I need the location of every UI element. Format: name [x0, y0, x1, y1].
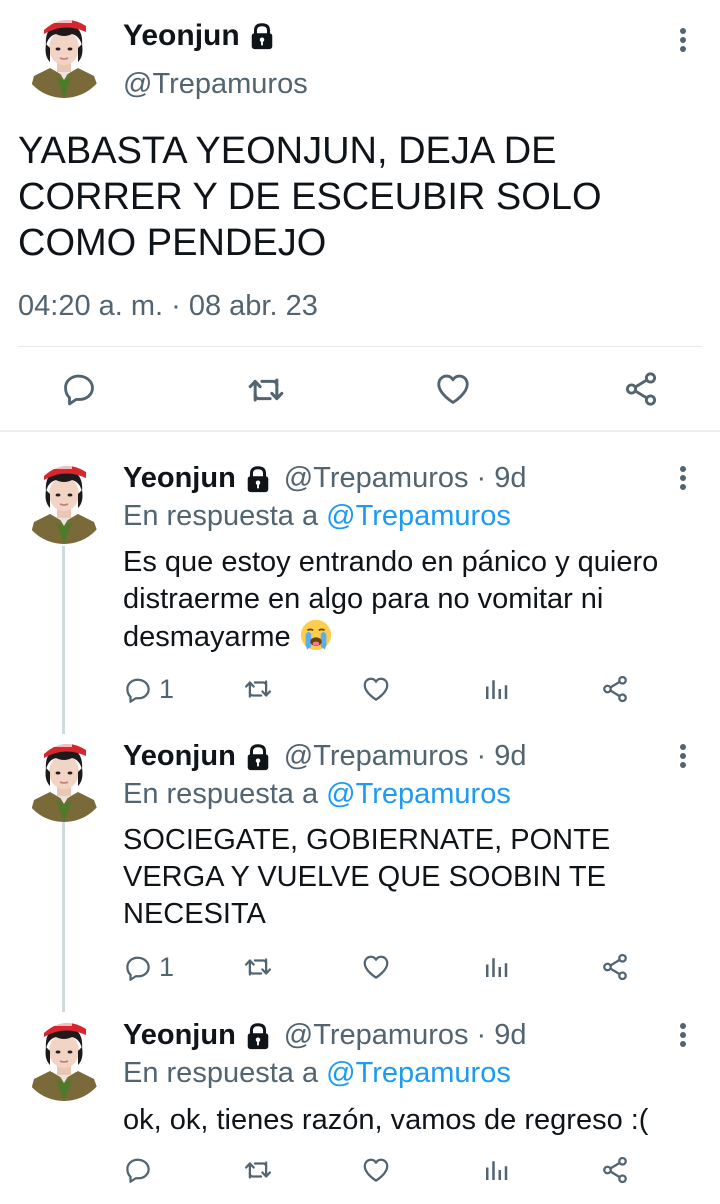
more-options-icon[interactable] [679, 744, 687, 771]
reply-button[interactable]: 1 [123, 674, 174, 705]
share-button[interactable] [600, 674, 630, 704]
mention-link[interactable]: @Trepamuros [326, 1057, 511, 1089]
like-icon [434, 370, 472, 408]
avatar-image [20, 456, 108, 544]
like-button[interactable] [361, 952, 391, 982]
reply-icon [123, 1155, 153, 1185]
reply-icon [123, 953, 153, 983]
reply-prefix: En respuesta a [123, 778, 319, 810]
reply-icon [60, 370, 98, 408]
reply-context: En respuesta a @Trepamuros [123, 778, 511, 811]
reply-button[interactable] [123, 1155, 159, 1185]
lock-icon [244, 465, 272, 493]
more-options-icon[interactable] [679, 28, 687, 55]
divider [18, 346, 702, 347]
mention-link[interactable]: @Trepamuros [326, 778, 511, 810]
view-stats-button[interactable] [481, 674, 511, 704]
retweet-icon [243, 1155, 273, 1185]
share-icon [600, 1155, 630, 1185]
reply-tweet[interactable]: Yeonjun @Trepamuros · 9d En respuesta a … [0, 730, 720, 1000]
retweet-icon [243, 674, 273, 704]
retweet-button[interactable] [243, 1155, 273, 1185]
reply-prefix: En respuesta a [123, 1057, 319, 1089]
more-options-icon[interactable] [679, 1023, 687, 1050]
like-icon [361, 1155, 391, 1185]
view-stats-button[interactable] [481, 952, 511, 982]
author-row[interactable]: Yeonjun @Trepamuros · 9d [123, 740, 527, 773]
loudly-crying-face-icon [299, 618, 333, 652]
like-icon [361, 674, 391, 704]
reply-tweet[interactable]: Yeonjun @Trepamuros · 9d En respuesta a … [0, 1009, 720, 1204]
share-button[interactable] [622, 370, 660, 408]
analytics-icon [481, 674, 511, 704]
handle-time[interactable]: @Trepamuros · 9d [284, 462, 527, 495]
reply-tweet[interactable]: Yeonjun @Trepamuros · 9d En respuesta a … [0, 452, 720, 722]
tweet-text-body: Es que estoy entrando en pánico y quiero… [123, 546, 659, 653]
share-button[interactable] [600, 1155, 630, 1185]
avatar[interactable] [20, 734, 108, 822]
retweet-button[interactable] [243, 674, 273, 704]
display-name[interactable]: Yeonjun [123, 19, 240, 53]
reply-button[interactable]: 1 [123, 952, 174, 983]
like-button[interactable] [434, 370, 472, 408]
like-button[interactable] [361, 674, 391, 704]
action-bar [0, 366, 720, 412]
retweet-button[interactable] [246, 370, 286, 410]
display-name[interactable]: Yeonjun [123, 740, 236, 773]
timestamp[interactable]: 04:20 a. m. · 08 abr. 23 [18, 290, 318, 323]
lock-icon [248, 22, 276, 50]
share-icon [622, 370, 660, 408]
avatar-image [20, 1013, 108, 1101]
tweet-text: SOCIEGATE, GOBIERNATE, PONTE VERGA Y VUE… [123, 824, 611, 930]
retweet-button[interactable] [243, 952, 273, 982]
reply-context: En respuesta a @Trepamuros [123, 1057, 511, 1090]
share-button[interactable] [600, 952, 630, 982]
reply-button[interactable] [60, 370, 98, 408]
author-row[interactable]: Yeonjun @Trepamuros · 9d [123, 1019, 527, 1052]
like-button[interactable] [361, 1155, 391, 1185]
handle-time[interactable]: @Trepamuros · 9d [284, 1019, 527, 1052]
lock-icon [244, 743, 272, 771]
share-icon [600, 952, 630, 982]
avatar-image [20, 10, 108, 98]
retweet-icon [243, 952, 273, 982]
reply-count: 1 [159, 952, 175, 982]
author-row[interactable]: Yeonjun [123, 19, 276, 53]
handle[interactable]: @Trepamuros [123, 68, 308, 101]
avatar-image [20, 734, 108, 822]
mention-link[interactable]: @Trepamuros [326, 500, 511, 532]
retweet-icon [246, 370, 286, 410]
display-name[interactable]: Yeonjun [123, 1019, 236, 1052]
avatar[interactable] [20, 1013, 108, 1101]
reply-prefix: En respuesta a [123, 500, 319, 532]
reply-context: En respuesta a @Trepamuros [123, 500, 511, 533]
share-icon [600, 674, 630, 704]
avatar[interactable] [20, 10, 108, 98]
view-stats-button[interactable] [481, 1155, 511, 1185]
like-icon [361, 952, 391, 982]
lock-icon [244, 1022, 272, 1050]
main-tweet: Yeonjun @Trepamuros YABASTA YEONJUN, DEJ… [0, 0, 720, 432]
more-options-icon[interactable] [679, 466, 687, 493]
tweet-text: Es que estoy entrando en pánico y quiero… [123, 544, 683, 656]
author-row[interactable]: Yeonjun @Trepamuros · 9d [123, 462, 527, 495]
avatar[interactable] [20, 456, 108, 544]
tweet-text: YABASTA YEONJUN, DEJA DE CORRER Y DE ESC… [18, 130, 602, 264]
display-name[interactable]: Yeonjun [123, 462, 236, 495]
analytics-icon [481, 1155, 511, 1185]
tweet-text: ok, ok, tienes razón, vamos de regreso :… [123, 1104, 649, 1136]
reply-count: 1 [159, 674, 175, 704]
handle-time[interactable]: @Trepamuros · 9d [284, 740, 527, 773]
analytics-icon [481, 952, 511, 982]
reply-icon [123, 675, 153, 705]
section-divider [0, 430, 720, 432]
